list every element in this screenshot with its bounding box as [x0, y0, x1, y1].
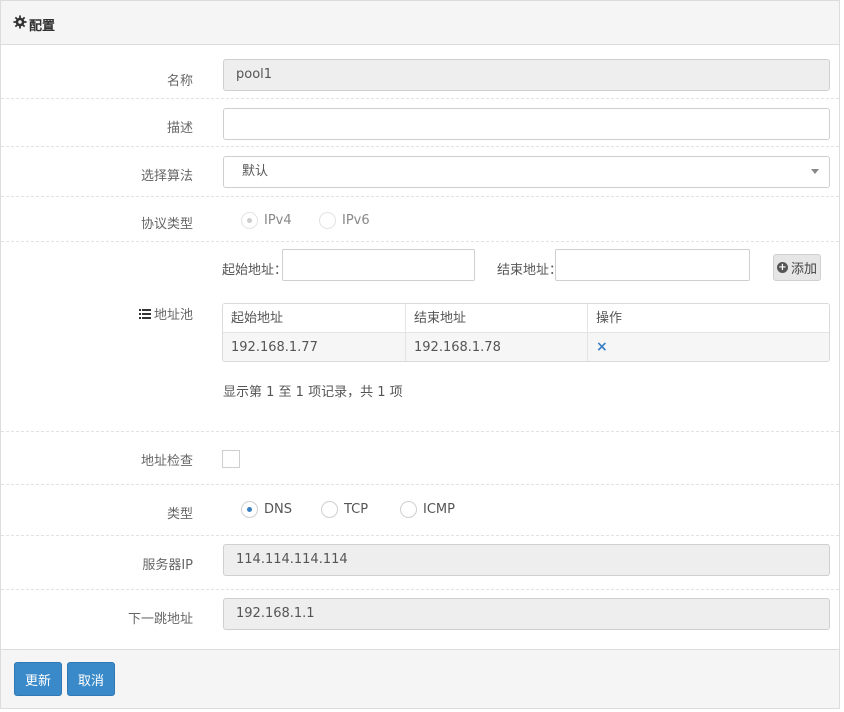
type-label: 类型 — [166, 507, 193, 522]
next-hop-label: 下一跳地址 — [127, 612, 193, 627]
table-header-end: 结束地址 — [414, 311, 467, 326]
type-tcp-label: TCP — [344, 502, 369, 517]
table-header-row: 起始地址 结束地址 操作 — [223, 304, 829, 333]
table-row: 192.168.1.77 192.168.1.78 × — [223, 333, 829, 361]
protocol-row: 协议类型 IPv4 IPv6 — [1, 197, 839, 242]
type-tcp-radio[interactable]: TCP — [321, 501, 368, 518]
description-field[interactable] — [223, 108, 830, 140]
table-header-start: 起始地址 — [231, 311, 284, 326]
protocol-ipv4-radio[interactable]: IPv4 — [241, 212, 292, 229]
name-label: 名称 — [166, 74, 193, 89]
next-hop-field[interactable]: 192.168.1.1 — [223, 598, 830, 630]
algorithm-select[interactable]: 默认 — [223, 156, 830, 188]
protocol-ipv4-label: IPv4 — [264, 213, 292, 228]
end-address-input[interactable] — [555, 249, 750, 281]
server-ip-row: 服务器IP 114.114.114.114 — [1, 536, 839, 590]
description-row: 描述 — [1, 99, 839, 147]
type-dns-label: DNS — [264, 502, 292, 517]
name-row: 名称 pool1 — [1, 46, 839, 99]
protocol-label: 协议类型 — [140, 217, 193, 232]
panel-footer — [1, 649, 839, 708]
server-ip-label: 服务器IP — [142, 558, 193, 573]
row-end-address: 192.168.1.78 — [414, 340, 501, 355]
start-address-input[interactable] — [282, 249, 475, 281]
radio-circle — [241, 501, 258, 518]
protocol-ipv6-label: IPv6 — [342, 213, 370, 228]
algorithm-row: 选择算法 默认 — [1, 147, 839, 197]
radio-circle — [400, 501, 417, 518]
add-button[interactable]: + 添加 — [773, 254, 821, 281]
type-dns-radio[interactable]: DNS — [241, 501, 292, 518]
gear-icon — [13, 15, 27, 29]
radio-circle — [321, 501, 338, 518]
address-check-checkbox[interactable] — [222, 450, 240, 468]
row-start-address: 192.168.1.77 — [231, 340, 318, 355]
plus-circle-icon: + — [776, 262, 788, 273]
caret-down-icon — [811, 169, 819, 174]
table-header-action: 操作 — [596, 311, 623, 326]
type-icmp-radio[interactable]: ICMP — [400, 501, 455, 518]
cancel-button[interactable]: 取消 — [67, 662, 115, 696]
address-check-row: 地址检查 — [1, 432, 839, 485]
next-hop-row: 下一跳地址 192.168.1.1 — [1, 590, 839, 649]
type-row: 类型 DNS TCP ICMP — [1, 485, 839, 536]
name-field[interactable]: pool1 — [223, 59, 830, 91]
address-pool-label-group: 地址池 — [138, 304, 193, 323]
panel-title: 配置 — [29, 19, 56, 34]
algorithm-label: 选择算法 — [140, 169, 193, 184]
description-label: 描述 — [166, 121, 193, 136]
update-button[interactable]: 更新 — [14, 662, 62, 696]
address-pool-label: 地址池 — [153, 308, 193, 323]
end-address-label: 结束地址： — [497, 263, 563, 278]
add-button-label: 添加 — [790, 262, 817, 277]
protocol-ipv6-radio[interactable]: IPv6 — [319, 212, 370, 229]
server-ip-field[interactable]: 114.114.114.114 — [223, 544, 830, 576]
radio-circle — [241, 212, 258, 229]
address-table: 起始地址 结束地址 操作 192.168.1.77 192.168.1.78 × — [222, 303, 830, 362]
list-icon — [138, 308, 151, 319]
delete-icon[interactable]: × — [588, 333, 608, 361]
table-info: 显示第 1 至 1 项记录，共 1 项 — [223, 385, 403, 400]
type-icmp-label: ICMP — [423, 502, 455, 517]
config-panel: 配置 名称 pool1 描述 选择算法 默认 协议类型 IPv4 IPv6 地址… — [0, 0, 840, 709]
start-address-label: 起始地址： — [222, 263, 288, 278]
panel-header: 配置 — [1, 1, 839, 45]
radio-circle — [319, 212, 336, 229]
address-check-label: 地址检查 — [140, 454, 193, 469]
algorithm-selected-value: 默认 — [242, 164, 269, 179]
